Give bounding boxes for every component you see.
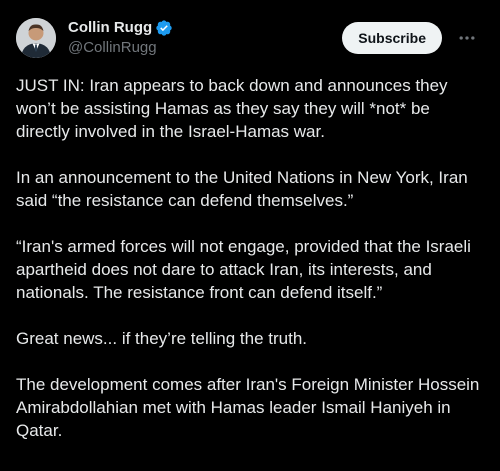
tweet-paragraph-2: In an announcement to the United Nations…: [16, 168, 468, 210]
verified-badge-icon[interactable]: [155, 19, 173, 37]
author-name-row: Collin Rugg: [68, 18, 342, 38]
tweet-paragraph-5: The development comes after Iran's Forei…: [16, 375, 480, 440]
tweet-header: Collin Rugg @CollinRugg Subscribe: [16, 16, 484, 60]
author-names: Collin Rugg @CollinRugg: [68, 18, 342, 58]
tweet-card: Collin Rugg @CollinRugg Subscribe JUST I…: [0, 0, 500, 471]
tweet-text: JUST IN: Iran appears to back down and a…: [16, 74, 484, 442]
subscribe-button[interactable]: Subscribe: [342, 22, 442, 54]
author-handle[interactable]: @CollinRugg: [68, 38, 342, 58]
tweet-paragraph-3: “Iran's armed forces will not engage, pr…: [16, 237, 471, 302]
author-name[interactable]: Collin Rugg: [68, 18, 152, 38]
tweet-paragraph-1: JUST IN: Iran appears to back down and a…: [16, 76, 448, 141]
avatar-photo: [16, 18, 56, 58]
tweet-paragraph-4: Great news... if they’re telling the tru…: [16, 329, 308, 348]
more-horizontal-icon[interactable]: [450, 21, 484, 55]
avatar[interactable]: [16, 18, 56, 58]
